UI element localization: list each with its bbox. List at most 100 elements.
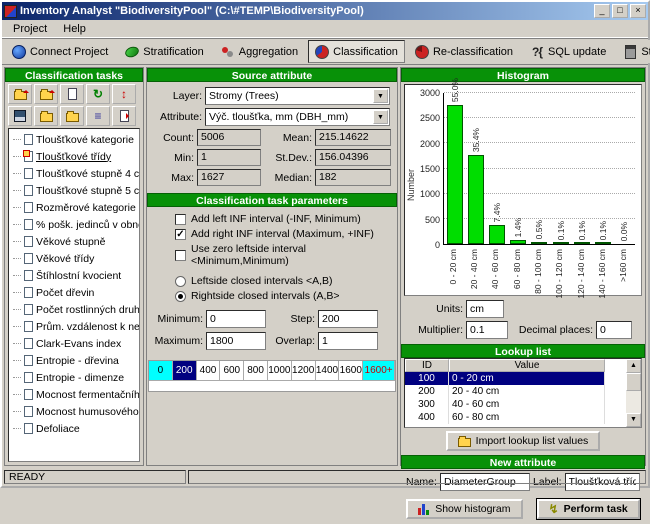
lookup-value-column-header[interactable]: Value — [449, 359, 605, 372]
units-input[interactable] — [466, 300, 504, 318]
re-classification-button[interactable]: Re-classification — [408, 40, 520, 63]
connect-project-button[interactable]: Connect Project — [5, 40, 115, 63]
interval-cell[interactable]: 1600+ — [363, 361, 395, 381]
tree-item[interactable]: Rozměrové kategorie od 0.1 m — [11, 199, 139, 216]
radio-label: Leftside closed intervals <A,B) — [191, 275, 333, 287]
histogram-bar[interactable] — [447, 105, 463, 244]
layer-dropdown[interactable]: Stromy (Trees) ▼ — [205, 87, 390, 105]
tree-item[interactable]: Tloušťkové kategorie — [11, 131, 139, 148]
histogram-bar[interactable] — [489, 225, 505, 244]
reorder-tasks-button[interactable]: ↕ — [112, 84, 136, 104]
classification-button[interactable]: Classification — [308, 40, 405, 63]
histogram-bar[interactable] — [468, 155, 484, 244]
restore-button[interactable]: □ — [612, 4, 628, 18]
checkbox-icon[interactable] — [175, 250, 186, 261]
task-list-button[interactable]: ≡ — [86, 106, 110, 126]
lookup-row[interactable]: 30040 - 60 cm — [405, 398, 605, 411]
chevron-down-icon[interactable]: ▼ — [373, 89, 388, 103]
checkbox-row[interactable]: Add left INF interval (-INF, Minimum) — [175, 213, 391, 225]
interval-cell[interactable]: 1000 — [268, 361, 292, 381]
chevron-down-icon[interactable]: ▼ — [373, 110, 388, 124]
interval-cell[interactable]: 200 — [173, 361, 197, 381]
menu-help[interactable]: Help — [56, 21, 93, 37]
new-attribute-header: New attribute — [401, 455, 645, 469]
overlap-input[interactable] — [318, 332, 378, 350]
lookup-scrollbar[interactable]: ▲ ▼ — [626, 359, 641, 427]
y-axis-ticks: 050010001500200025003000 — [417, 93, 443, 245]
checkbox-row[interactable]: ✓Add right INF interval (Maximum, +INF) — [175, 228, 391, 240]
minimize-button[interactable]: _ — [594, 4, 610, 18]
maximum-input[interactable] — [206, 332, 266, 350]
tree-item[interactable]: Mocnost humusového horizontu — [11, 403, 139, 420]
interval-cell[interactable]: 600 — [220, 361, 244, 381]
tree-item[interactable]: Mocnost fermentačního horizontu — [11, 386, 139, 403]
tree-item[interactable]: Tloušťkové stupně 4 cm — [11, 165, 139, 182]
new-task-button[interactable] — [60, 84, 84, 104]
lookup-id-column-header[interactable]: ID — [405, 359, 449, 372]
stratification-button[interactable]: Stratification — [118, 40, 211, 63]
tree-item[interactable]: Tloušťkové třídy — [11, 148, 139, 165]
statistics-button[interactable]: Statistics — [616, 40, 650, 63]
checkbox-icon[interactable] — [175, 214, 186, 225]
tree-item[interactable]: Prům. vzdálenost k nejbl. stromu — [11, 318, 139, 335]
lookup-row[interactable]: 40060 - 80 cm — [405, 411, 605, 424]
histogram-bar[interactable] — [595, 242, 611, 244]
checkbox-icon[interactable]: ✓ — [175, 229, 186, 240]
radio-icon[interactable] — [175, 291, 186, 302]
radio-icon[interactable] — [175, 276, 186, 287]
scroll-down-icon[interactable]: ▼ — [626, 413, 641, 427]
tree-item[interactable]: Počet rostlinných druhů — [11, 301, 139, 318]
attribute-dropdown[interactable]: Výč. tloušťka, mm (DBH_mm) ▼ — [205, 108, 390, 126]
scrollbar-thumb[interactable] — [626, 373, 641, 391]
decimal-places-input[interactable] — [596, 321, 632, 339]
tree-item[interactable]: Entropie - dimenze — [11, 369, 139, 386]
step-input[interactable] — [318, 310, 378, 328]
tasks-folder-button[interactable] — [60, 106, 84, 126]
tree-item[interactable]: Počet dřevin — [11, 284, 139, 301]
interval-cell[interactable]: 1600 — [339, 361, 363, 381]
histogram-bar[interactable] — [531, 242, 547, 244]
tree-item[interactable]: Defoliace — [11, 420, 139, 437]
close-button[interactable]: × — [630, 4, 646, 18]
tree-item[interactable]: Tloušťkové stupně 5 cm — [11, 182, 139, 199]
menu-project[interactable]: Project — [6, 21, 54, 37]
open-tasks-button[interactable] — [34, 106, 58, 126]
perform-task-button[interactable]: ↯ Perform task — [537, 499, 640, 519]
radio-row[interactable]: Rightside closed intervals (A,B> — [175, 290, 391, 302]
interval-cell[interactable]: 1400 — [316, 361, 340, 381]
scroll-up-icon[interactable]: ▲ — [626, 359, 641, 373]
histogram-bar[interactable] — [553, 242, 569, 244]
refresh-tasks-button[interactable]: ↻ — [86, 84, 110, 104]
checkbox-row[interactable]: Use zero leftside interval <Minimum,Mini… — [175, 243, 391, 267]
tree-item[interactable]: Věkové třídy — [11, 250, 139, 267]
interval-cell[interactable]: 800 — [244, 361, 268, 381]
tree-item[interactable]: Entropie - dřevina — [11, 352, 139, 369]
import-lookup-values-button[interactable]: Import lookup list values — [446, 431, 601, 451]
tree-item[interactable]: Clark-Evans index — [11, 335, 139, 352]
rename-task-button[interactable] — [112, 106, 136, 126]
title-bar[interactable]: Inventory Analyst "BiodiversityPool" (C:… — [2, 2, 648, 20]
multiplier-input[interactable] — [466, 321, 508, 339]
import-task-list-button[interactable] — [8, 84, 32, 104]
interval-cell[interactable]: 400 — [197, 361, 221, 381]
show-histogram-button[interactable]: Show histogram — [406, 499, 522, 519]
minimum-input[interactable] — [206, 310, 266, 328]
save-tasks-button[interactable] — [8, 106, 32, 126]
tree-item[interactable]: Štíhlostní kvocient — [11, 267, 139, 284]
histogram-bar[interactable] — [574, 242, 590, 244]
lookup-row[interactable]: 20020 - 40 cm — [405, 385, 605, 398]
tasks-tree[interactable]: Tloušťkové kategorieTloušťkové třídyTlou… — [8, 128, 140, 462]
interval-cell[interactable]: 0 — [149, 361, 173, 381]
tree-item[interactable]: Věkové stupně — [11, 233, 139, 250]
lookup-row[interactable]: 1000 - 20 cm — [405, 372, 605, 385]
histogram-bar[interactable] — [510, 240, 526, 244]
interval-cell[interactable]: 1200 — [292, 361, 316, 381]
max-field: 1627 — [197, 169, 261, 186]
sql-update-button[interactable]: SQL update — [523, 40, 613, 63]
lookup-value-cell: 40 - 60 cm — [449, 398, 605, 411]
minimum-label: Minimum: — [153, 313, 203, 325]
aggregation-button[interactable]: Aggregation — [214, 40, 305, 63]
radio-row[interactable]: Leftside closed intervals <A,B) — [175, 275, 391, 287]
export-task-list-button[interactable] — [34, 84, 58, 104]
tree-item[interactable]: % pošk. jedinců v obnově — [11, 216, 139, 233]
